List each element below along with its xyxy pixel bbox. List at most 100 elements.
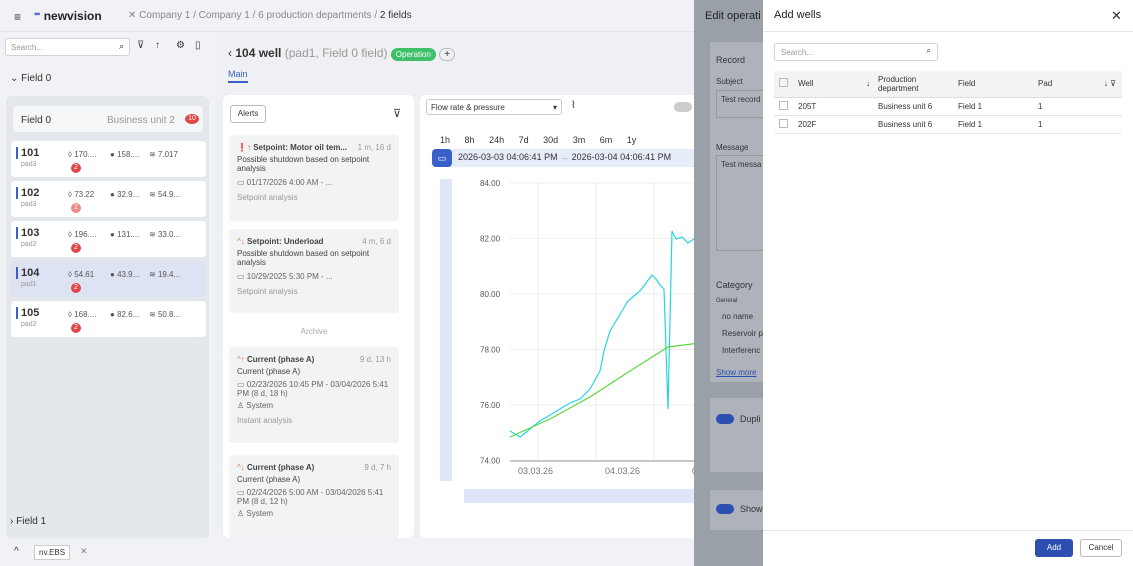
chart-svg: 84.00 82.00 80.00 78.00 76.00 74.00 03.03.26 0… [440,179,700,503]
well-value: ● 82.6... [110,310,140,319]
warning-icon: ^↓ [237,237,245,246]
warning-icon: ^↑ [237,355,245,364]
cell: 205T [798,101,817,111]
table-row[interactable]: 202F Business unit 6 Field 1 1 [774,115,1122,133]
well-pad: pad3 [21,161,37,168]
field-header: Field 0 Business unit 2 10 [13,106,203,132]
add-wells-modal: Add wells ✕ Search... ⌕ Well ↓ Production … [763,0,1133,566]
edit-operation-panel: Edit operati Record Subject Test record … [694,0,776,566]
toggle-switch[interactable] [716,504,734,514]
toggle-switch[interactable] [674,102,692,112]
cell: 1 [1038,101,1043,111]
well-value: ● 158.... [110,150,140,159]
add-button[interactable]: Add [1035,539,1073,557]
well-card[interactable]: 101 pad3 ◊ 170.... ● 158.... ≋ 7.017 2 [11,141,206,177]
chevron-up-icon[interactable]: ^ [14,546,19,557]
tab-main[interactable]: Main [228,69,248,83]
field-1-toggle[interactable]: › Field 1 [10,516,46,527]
document-icon[interactable]: ▯ [195,40,201,51]
alert-badge: 2 [71,283,81,293]
well-card-selected[interactable]: 104 pad1 ◊ 54.61 ● 43.9... ≋ 19.4... 2 [11,261,206,297]
time-range-buttons[interactable]: 1h 8h 24h 7d 30d 3m 6m 1y [440,135,636,145]
toggle-switch[interactable] [716,414,734,424]
well-subtitle: (pad1, Field 0 field) [284,46,388,60]
close-icon[interactable]: ✕ [128,10,139,21]
alert-card[interactable]: ^↓ Setpoint: Underload 4 m, 6 d Possible … [229,229,399,313]
caret-down-icon: ▾ [552,103,557,112]
filter-icon[interactable]: ⊽ [137,40,144,51]
well-value: ◊ 168.... [68,310,97,319]
category-item[interactable]: Interferenc [722,346,760,355]
back-icon[interactable]: ‹ [228,46,232,60]
well-pad: pad2 [21,321,37,328]
y-tick-label: 78.00 [480,346,501,355]
col-dept[interactable]: Production department [878,71,958,97]
well-title-row: ‹ 104 well (pad1, Field 0 field) Operati… [228,46,456,61]
user-row: ♙ System [237,401,274,410]
alert-card[interactable]: ❗↑ Setpoint: Motor oil tem... 1 m, 16 d P… [229,135,399,221]
well-card[interactable]: 102 pad3 ◊ 73.22 ● 32.9... ≋ 54.9... 2 [11,181,206,217]
category-item[interactable]: no name [722,312,753,321]
footer-bar: ^ nv.EBS ✕ [0,538,694,566]
footer-tab[interactable]: nv.EBS [34,545,71,560]
show-more-link[interactable]: Show more [716,368,756,377]
breadcrumb-current: 2 fields [379,10,412,21]
chart-select[interactable]: Flow rate & pressure ▾ [426,99,562,115]
x-scrollbar[interactable] [464,489,700,503]
warning-icon: ^↓ [237,463,245,472]
y-tick-label: 76.00 [480,401,501,410]
date-range-bar[interactable]: ▭ 2026-03-03 04:06:41 PM → 2026-03-04 04… [432,149,700,167]
x-tick-label: 03.03.26 [518,466,553,476]
row-checkbox[interactable] [779,118,788,128]
well-number: 102 [16,187,39,199]
well-number: 105 [16,307,39,319]
breadcrumb-item[interactable]: 6 production departments [258,10,371,21]
well-title: 104 well [235,46,282,60]
field-0-toggle[interactable]: ⌄ Field 0 [10,73,51,84]
filter-icon[interactable]: ↓ ⊽ [1104,79,1116,88]
well-value: ◊ 54.61 [68,270,95,279]
well-pad: pad2 [21,241,37,248]
breadcrumb-item[interactable]: Company 1 [199,10,250,21]
close-icon[interactable]: ✕ [1111,8,1122,24]
count-badge: 10 [185,114,199,124]
chart-type-icon[interactable]: ⌇ [571,100,576,111]
well-card[interactable]: 105 pad2 ◊ 168.... ● 82.6... ≋ 50.8... 2 [11,301,206,337]
alert-card[interactable]: ^↓ Current (phase A) 9 d, 7 h Current (ph… [229,455,399,538]
logo: ⁼ newvision [34,9,102,23]
edit-card: Record Subject Test record Message Test … [710,42,776,382]
sort-icon[interactable]: ↑ [155,40,160,51]
x-tick-label: 04.03.26 [605,466,640,476]
col-well[interactable]: Well ↓ [798,71,878,97]
y-scrollbar[interactable] [440,179,452,481]
cell: Business unit 6 [878,101,933,111]
filter-icon[interactable]: ⊽ [393,107,401,120]
date-row: ▭ 02/23/2026 10:45 PM - 03/04/2026 5:41 … [237,380,389,398]
add-icon[interactable]: + [439,48,456,61]
well-card[interactable]: 103 pad2 ◊ 196.... ● 131.... ≋ 33.0... 2 [11,221,206,257]
col-pad[interactable]: Pad ↓ ⊽ [1038,71,1122,97]
settings-icon[interactable]: ⚙ [176,40,185,51]
y-tick-label: 74.00 [480,457,501,466]
y-tick-label: 84.00 [480,179,501,188]
well-value: ≋ 33.0... [149,230,181,239]
status-badge: Operation [390,48,436,61]
table-row[interactable]: 205T Business unit 6 Field 1 1 [774,97,1122,115]
menu-icon[interactable]: ≡ [14,10,21,24]
row-checkbox[interactable] [779,100,788,110]
search-input[interactable]: Search... ⌕ [5,38,130,56]
well-list: Field 0 Business unit 2 10 101 pad3 ◊ 170… [6,96,209,540]
close-icon[interactable]: ✕ [80,546,88,557]
col-field[interactable]: Field [958,71,1038,97]
date-row: ▭ 02/24/2026 5:00 AM - 03/04/2026 5:41 P… [237,488,384,506]
cancel-button[interactable]: Cancel [1080,539,1122,557]
sort-icon[interactable]: ↓ [866,79,870,88]
alerts-button[interactable]: Alerts [230,105,266,123]
modal-search-input[interactable]: Search... ⌕ [774,43,938,61]
category-item[interactable]: Reservoir p [722,329,763,338]
breadcrumb-item[interactable]: Company 1 [139,10,190,21]
alerts-panel: Alerts ⊽ ❗↑ Setpoint: Motor oil tem... 1 … [223,95,414,538]
cell: Field 1 [958,119,983,129]
select-all-checkbox[interactable] [779,78,788,88]
alert-card[interactable]: ^↑ Current (phase A) 9 d, 13 h Current (p… [229,347,399,443]
